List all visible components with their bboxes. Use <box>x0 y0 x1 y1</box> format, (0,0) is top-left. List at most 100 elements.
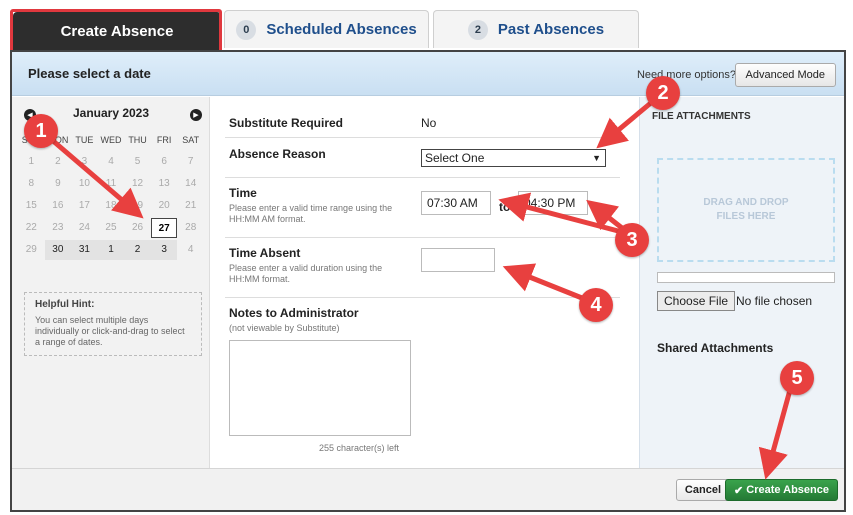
time-absent-label: Time Absent <box>229 246 301 260</box>
time-absent-input[interactable] <box>421 248 495 272</box>
weekday-label: FRI <box>156 135 172 145</box>
calendar-day[interactable]: 24 <box>71 218 98 238</box>
select-value: Select One <box>425 151 485 165</box>
calendar-day-selected[interactable]: 27 <box>150 218 178 238</box>
calendar-grid: SUN MON TUE WED THU FRI SAT 1 2 3 4 5 6 … <box>18 129 204 261</box>
panel-footer: Cancel ✔ Create Absence <box>12 468 844 510</box>
calendar-day[interactable]: 2 <box>45 152 72 172</box>
calendar-day[interactable]: 1 <box>97 240 125 260</box>
page-title: Please select a date <box>28 66 151 81</box>
calendar-day[interactable]: 3 <box>150 240 178 260</box>
notes-label: Notes to Administrator <box>229 306 359 320</box>
weekday-label: TUE <box>75 135 94 145</box>
next-month-icon[interactable]: ▶ <box>190 109 202 121</box>
calendar-day[interactable]: 4 <box>98 152 125 172</box>
calendar-day[interactable]: 14 <box>177 174 204 194</box>
calendar-day[interactable]: 31 <box>71 240 98 260</box>
checkmark-icon: ✔ <box>734 484 744 497</box>
annotation-badge-5: 5 <box>780 361 814 395</box>
time-help-text: Please enter a valid time range using th… <box>229 203 393 224</box>
weekday-label: SAT <box>182 135 200 145</box>
annotation-badge-4: 4 <box>579 288 613 322</box>
absence-form: Substitute Required No Absence Reason Se… <box>211 97 638 470</box>
file-attachments-heading: FILE ATTACHMENTS <box>652 111 751 122</box>
calendar-day[interactable]: 21 <box>177 196 204 216</box>
calendar-day[interactable]: 8 <box>18 174 45 194</box>
choose-file-button[interactable]: Choose File <box>657 291 736 311</box>
calendar-week: 1 2 3 4 5 6 7 <box>18 151 204 173</box>
calendar-day[interactable]: 9 <box>45 174 72 194</box>
substitute-required-label: Substitute Required <box>229 116 344 130</box>
time-label: Time <box>229 186 257 200</box>
end-time-input[interactable]: 04:30 PM <box>518 191 588 215</box>
file-drop-zone[interactable]: DRAG AND DROP FILES HERE <box>657 158 835 262</box>
divider <box>225 297 620 298</box>
tab-label: Past Absences <box>497 21 605 38</box>
time-absent-help-text: Please enter a valid duration using the … <box>229 263 383 284</box>
start-time-input[interactable]: 07:30 AM <box>421 191 491 215</box>
hint-title: Helpful Hint: <box>35 299 95 310</box>
tab-scheduled-absences[interactable]: 0 Scheduled Absences <box>224 10 429 48</box>
tab-count-badge: 0 <box>236 19 257 40</box>
create-absence-panel: Please select a date Need more options? … <box>10 50 846 512</box>
calendar-day[interactable]: 15 <box>18 196 45 216</box>
calendar-day[interactable]: 22 <box>18 218 45 238</box>
calendar-day[interactable]: 13 <box>151 174 178 194</box>
calendar-panel: ◀ January 2023 ▶ SUN MON TUE WED THU FRI… <box>12 97 210 470</box>
tab-highlight-outline <box>10 9 222 53</box>
cancel-button[interactable]: Cancel <box>675 479 730 501</box>
calendar-day[interactable]: 7 <box>177 152 204 172</box>
divider <box>225 177 620 178</box>
divider <box>225 237 620 238</box>
weekday-label: WED <box>100 135 122 145</box>
calendar-day[interactable]: 12 <box>124 174 151 194</box>
calendar-day[interactable]: 20 <box>151 196 178 216</box>
tab-label: Scheduled Absences <box>266 21 417 38</box>
calendar-day[interactable]: 10 <box>71 174 98 194</box>
calendar-day[interactable]: 28 <box>177 218 204 238</box>
no-file-chosen-text: No file chosen <box>736 294 813 308</box>
chevron-down-icon: ▼ <box>592 153 601 163</box>
absence-reason-select[interactable]: Select One ▼ <box>421 149 606 167</box>
create-absence-label: Create Absence <box>746 484 829 496</box>
absence-reason-label: Absence Reason <box>229 147 326 161</box>
calendar-day[interactable]: 5 <box>124 152 151 172</box>
create-absence-button[interactable]: ✔ Create Absence <box>725 479 838 501</box>
calendar-day[interactable]: 19 <box>124 196 151 216</box>
calendar-day[interactable]: 6 <box>151 152 178 172</box>
hint-text: You can select multiple days individuall… <box>35 315 185 347</box>
calendar-day[interactable]: 4 <box>177 240 204 260</box>
calendar-day[interactable]: 18 <box>98 196 125 216</box>
weekday-label: THU <box>128 135 147 145</box>
upload-progress-bar <box>657 272 835 283</box>
calendar-day[interactable]: 1 <box>18 152 45 172</box>
calendar-day[interactable]: 25 <box>98 218 125 238</box>
to-label: to <box>499 200 511 214</box>
calendar-day[interactable]: 3 <box>71 152 98 172</box>
advanced-mode-button[interactable]: Advanced Mode <box>734 63 836 87</box>
calendar-week: 29 30 31 1 2 3 4 <box>18 239 204 261</box>
calendar-week: 15 16 17 18 19 20 21 <box>18 195 204 217</box>
drop-zone-text: DRAG AND DROP FILES HERE <box>703 197 789 222</box>
calendar-day[interactable]: 11 <box>98 174 125 194</box>
calendar-day[interactable]: 30 <box>44 240 72 260</box>
annotation-badge-3: 3 <box>615 223 649 257</box>
calendar-day[interactable]: 16 <box>45 196 72 216</box>
calendar-day[interactable]: 2 <box>124 240 151 260</box>
file-attachments-panel: FILE ATTACHMENTS DRAG AND DROP FILES HER… <box>639 97 844 470</box>
calendar-day[interactable]: 26 <box>124 218 151 238</box>
notes-textarea[interactable] <box>229 340 411 436</box>
notes-sub-label: (not viewable by Substitute) <box>229 323 340 333</box>
divider <box>225 137 620 138</box>
substitute-required-value: No <box>421 116 437 130</box>
calendar-day[interactable]: 23 <box>45 218 72 238</box>
tab-count-badge: 2 <box>467 19 488 40</box>
tab-past-absences[interactable]: 2 Past Absences <box>433 10 639 48</box>
calendar-day[interactable]: 17 <box>71 196 98 216</box>
calendar-day[interactable]: 29 <box>18 240 45 260</box>
shared-attachments-heading: Shared Attachments <box>657 341 774 355</box>
annotation-badge-1: 1 <box>24 114 58 148</box>
panel-header: Please select a date Need more options? … <box>12 52 844 96</box>
annotation-badge-2: 2 <box>646 76 680 110</box>
calendar-week: 8 9 10 11 12 13 14 <box>18 173 204 195</box>
